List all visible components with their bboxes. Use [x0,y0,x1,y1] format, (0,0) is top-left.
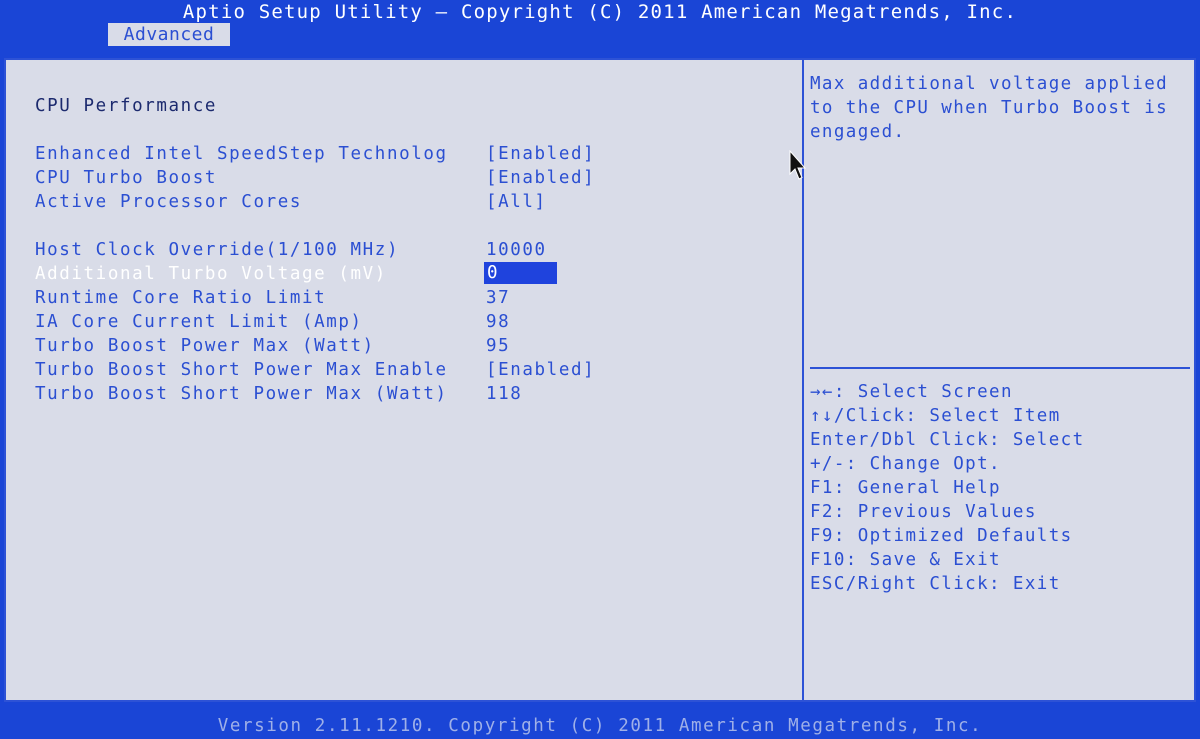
setting-speedstep-label[interactable]: Enhanced Intel SpeedStep Technolog [35,142,448,166]
setting-turbo-boost-value[interactable]: [Enabled] [486,166,595,190]
setting-short-power-max-label[interactable]: Turbo Boost Short Power Max (Watt) [35,382,448,406]
app-title: Aptio Setup Utility – Copyright (C) 2011… [182,1,1018,23]
setting-turbo-boost-label[interactable]: CPU Turbo Boost [35,166,217,190]
setting-power-max-label[interactable]: Turbo Boost Power Max (Watt) [35,334,375,358]
setting-ia-core-current-label[interactable]: IA Core Current Limit (Amp) [35,310,363,334]
setting-active-cores-value[interactable]: [All] [486,190,547,214]
setting-turbo-voltage-label[interactable]: Additional Turbo Voltage (mV) [35,262,387,286]
setting-short-power-max-value[interactable]: 118 [486,382,522,406]
setting-host-clock-label[interactable]: Host Clock Override(1/100 MHz) [35,238,399,262]
setting-core-ratio-value[interactable]: 37 [486,286,510,310]
help-text: Max additional voltage applied to the CP… [810,74,1169,142]
key-help-item: F1: General Help [810,478,1001,498]
key-help-item: ↑↓/Click: Select Item [810,406,1061,426]
mouse-pointer-icon [789,150,807,180]
setting-short-power-enable-label[interactable]: Turbo Boost Short Power Max Enable [35,358,448,382]
panel-divider-horizontal [810,367,1190,369]
setting-core-ratio-label[interactable]: Runtime Core Ratio Limit [35,286,326,310]
key-help-item: F9: Optimized Defaults [810,526,1073,546]
section-title: CPU Performance [35,96,218,116]
key-help-item: Enter/Dbl Click: Select [810,430,1085,450]
setting-turbo-voltage-input[interactable]: 0 [484,262,557,284]
setting-host-clock-value[interactable]: 10000 [486,238,547,262]
key-help-item: →←: Select Screen [810,382,1013,402]
key-help-item: F10: Save & Exit [810,550,1001,570]
key-help-item: +/-: Change Opt. [810,454,1001,474]
setting-speedstep-value[interactable]: [Enabled] [486,142,595,166]
key-help-item: ESC/Right Click: Exit [810,574,1061,594]
setting-short-power-enable-value[interactable]: [Enabled] [486,358,595,382]
key-help-list: →←: Select Screen ↑↓/Click: Select Item … [810,380,1190,596]
setting-power-max-value[interactable]: 95 [486,334,510,358]
version-footer: Version 2.11.1210. Copyright (C) 2011 Am… [217,716,983,736]
tab-advanced[interactable]: Advanced [108,23,230,46]
key-help-item: F2: Previous Values [810,502,1037,522]
setting-active-cores-label[interactable]: Active Processor Cores [35,190,302,214]
setting-ia-core-current-value[interactable]: 98 [486,310,510,334]
